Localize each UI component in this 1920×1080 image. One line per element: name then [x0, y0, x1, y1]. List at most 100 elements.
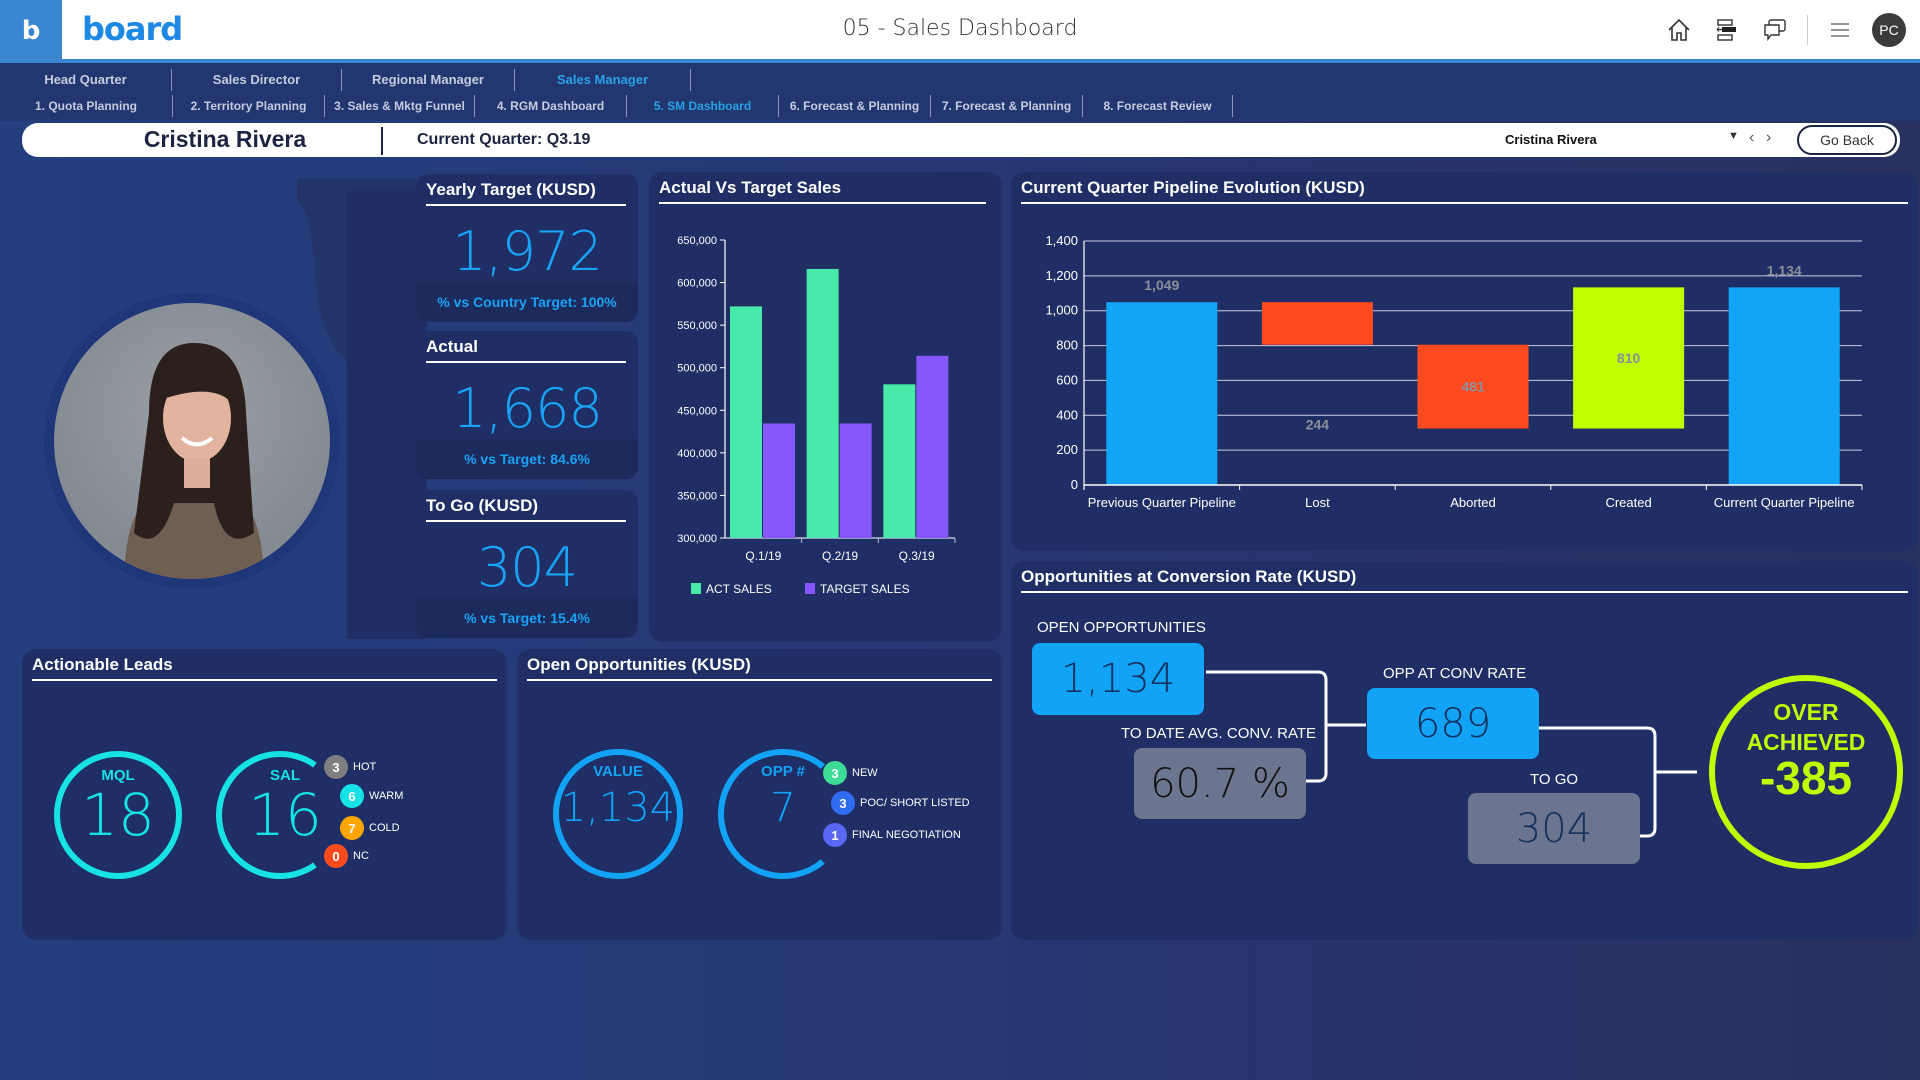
x-tick-label: Previous Quarter Pipeline: [1088, 495, 1236, 510]
bar-target-sales: [916, 355, 949, 538]
tab-regional-manager[interactable]: Regional Manager: [342, 69, 515, 91]
tab-sales-director[interactable]: Sales Director: [172, 69, 342, 91]
bar-target-sales: [763, 423, 795, 538]
to-go-box: 304: [1468, 793, 1640, 864]
opp-conv-label: OPP AT CONV RATE: [1383, 665, 1527, 682]
conv-rate-label: TO DATE AVG. CONV. RATE: [1121, 725, 1317, 742]
lead-category-count-badge: 3: [324, 755, 348, 779]
bar-act-sales: [883, 384, 916, 538]
opp-stage-count-badge: 3: [831, 791, 855, 815]
opp-stage-count-badge: 3: [823, 761, 847, 785]
conversion-panel: Opportunities at Conversion Rate (KUSD) …: [1011, 561, 1918, 940]
nav-role-tabs: Head Quarter Sales Director Regional Man…: [0, 67, 691, 93]
home-icon[interactable]: [1655, 10, 1703, 50]
y-tick-label: 300,000: [677, 533, 717, 545]
lead-category-label: NC: [353, 850, 369, 862]
pipeline-panel: Current Quarter Pipeline Evolution (KUSD…: [1011, 172, 1918, 551]
opp-stage-label: POC/ SHORT LISTED: [860, 797, 970, 809]
dropdown-arrow-icon[interactable]: ▼: [1728, 130, 1739, 142]
opp-stage-count-badge: 1: [823, 823, 847, 847]
lead-category-count-badge: 6: [340, 784, 364, 808]
y-tick-label: 400: [1056, 407, 1078, 422]
waterfall-bar-lost: [1261, 302, 1373, 345]
conv-rate-box: 60.7 %: [1134, 748, 1306, 819]
x-tick-label: Q.2/19: [822, 549, 858, 563]
kpi-value: 304: [476, 536, 578, 599]
y-tick-label: 650,000: [677, 235, 717, 247]
y-tick-label: 800: [1056, 338, 1078, 353]
go-back-button[interactable]: Go Back: [1797, 125, 1897, 155]
pipeline-waterfall-chart: 0 200 400 600 800 1,000 1,200 1,400 1,049 Previou…: [1045, 233, 1863, 510]
kpi-footer: % vs Country Target: 100%: [416, 282, 638, 322]
previous-icon[interactable]: ‹: [1749, 129, 1754, 147]
profile-panel: [22, 171, 427, 639]
kpi-actual: Actual 1,668 % vs Target: 84.6%: [416, 331, 638, 479]
data-label: 481: [1461, 379, 1485, 395]
y-tick-label: 600,000: [677, 278, 717, 290]
app-header: b board 05 - Sales Dashboard PC: [0, 0, 1920, 62]
data-label: 1,134: [1767, 262, 1802, 278]
actionable-leads-panel: Actionable Leads MQL 18 SAL 16 3 HOT 6 WARM…: [22, 649, 507, 940]
legend-label: ACT SALES: [706, 582, 772, 596]
user-avatar[interactable]: PC: [1872, 13, 1906, 47]
tab-forecast-review[interactable]: 8. Forecast Review: [1083, 95, 1233, 117]
to-go-label: TO GO: [1530, 771, 1579, 788]
bar-act-sales: [806, 268, 839, 538]
kpi-value: 1,972: [452, 220, 603, 283]
tab-forecast-planning-7[interactable]: 7. Forecast & Planning: [931, 95, 1083, 117]
tab-sm-dashboard[interactable]: 5. SM Dashboard: [627, 95, 779, 117]
menu-icon[interactable]: [1816, 10, 1864, 50]
user-selector[interactable]: Cristina Rivera: [1505, 132, 1597, 147]
tab-head-quarter[interactable]: Head Quarter: [0, 69, 172, 91]
opp-conv-box: 689: [1367, 688, 1539, 759]
legend-label: TARGET SALES: [820, 582, 910, 596]
y-tick-label: 1,200: [1045, 268, 1078, 283]
tab-quota-planning[interactable]: 1. Quota Planning: [0, 95, 173, 117]
info-divider: [381, 127, 383, 155]
y-tick-label: 400,000: [677, 448, 717, 460]
lead-category-count-badge: 7: [340, 816, 364, 840]
profile-photo: [54, 303, 330, 579]
y-tick-label: 1,000: [1045, 303, 1078, 318]
bar-act-sales: [730, 306, 762, 538]
open-opp-label: OPEN OPPORTUNITIES: [1037, 619, 1206, 636]
mql-value: 18: [81, 781, 155, 849]
chat-icon[interactable]: [1751, 10, 1799, 50]
x-tick-label: Aborted: [1450, 495, 1496, 510]
header-toolbar: PC: [1655, 10, 1906, 50]
result-line-1: OVER: [1773, 699, 1839, 725]
user-name: Cristina Rivera: [143, 126, 307, 152]
y-tick-label: 350,000: [677, 490, 717, 502]
opp-value: 1,134: [560, 785, 676, 831]
tab-territory-planning[interactable]: 2. Territory Planning: [173, 95, 325, 117]
y-tick-label: 550,000: [677, 320, 717, 332]
opp-count-value: 7: [770, 785, 796, 831]
legend-swatch: [805, 583, 815, 594]
tab-sales-mktg-funnel[interactable]: 3. Sales & Mktg Funnel: [325, 95, 475, 117]
lead-category-label: WARM: [369, 790, 404, 802]
actual-vs-target-panel: Actual Vs Target Sales 300,000 350,000 400…: [649, 172, 1002, 642]
lead-category-label: HOT: [353, 761, 377, 773]
x-tick-label: Q.3/19: [899, 549, 935, 563]
y-tick-label: 450,000: [677, 405, 717, 417]
tab-rgm-dashboard[interactable]: 4. RGM Dashboard: [475, 95, 627, 117]
navigation-bar: Head Quarter Sales Director Regional Man…: [0, 63, 1920, 121]
y-tick-label: 500,000: [677, 363, 717, 375]
kpi-footer: % vs Target: 84.6%: [416, 439, 638, 479]
sal-value: 16: [248, 781, 322, 849]
x-tick-label: Current Quarter Pipeline: [1714, 495, 1855, 510]
opp-count-label: OPP #: [761, 763, 805, 780]
next-icon[interactable]: ›: [1766, 129, 1771, 147]
kpi-footer: % vs Target: 15.4%: [416, 598, 638, 638]
y-tick-label: 1,400: [1045, 233, 1078, 248]
waterfall-bar-previous-quarter-pipeline: [1106, 302, 1218, 485]
lead-category-count-badge: 0: [324, 844, 348, 868]
tab-forecast-planning-6[interactable]: 6. Forecast & Planning: [779, 95, 931, 117]
layout-arrange-icon[interactable]: [1703, 10, 1751, 50]
info-bar: Cristina Rivera Current Quarter: Q3.19 C…: [22, 123, 1900, 157]
kpi-yearly-target: Yearly Target (KUSD) 1,972 % vs Country …: [416, 174, 638, 322]
tab-sales-manager[interactable]: Sales Manager: [515, 69, 691, 91]
data-label: 244: [1306, 417, 1330, 433]
legend-swatch: [691, 583, 701, 594]
waterfall-bar-current-quarter-pipeline: [1728, 287, 1840, 485]
